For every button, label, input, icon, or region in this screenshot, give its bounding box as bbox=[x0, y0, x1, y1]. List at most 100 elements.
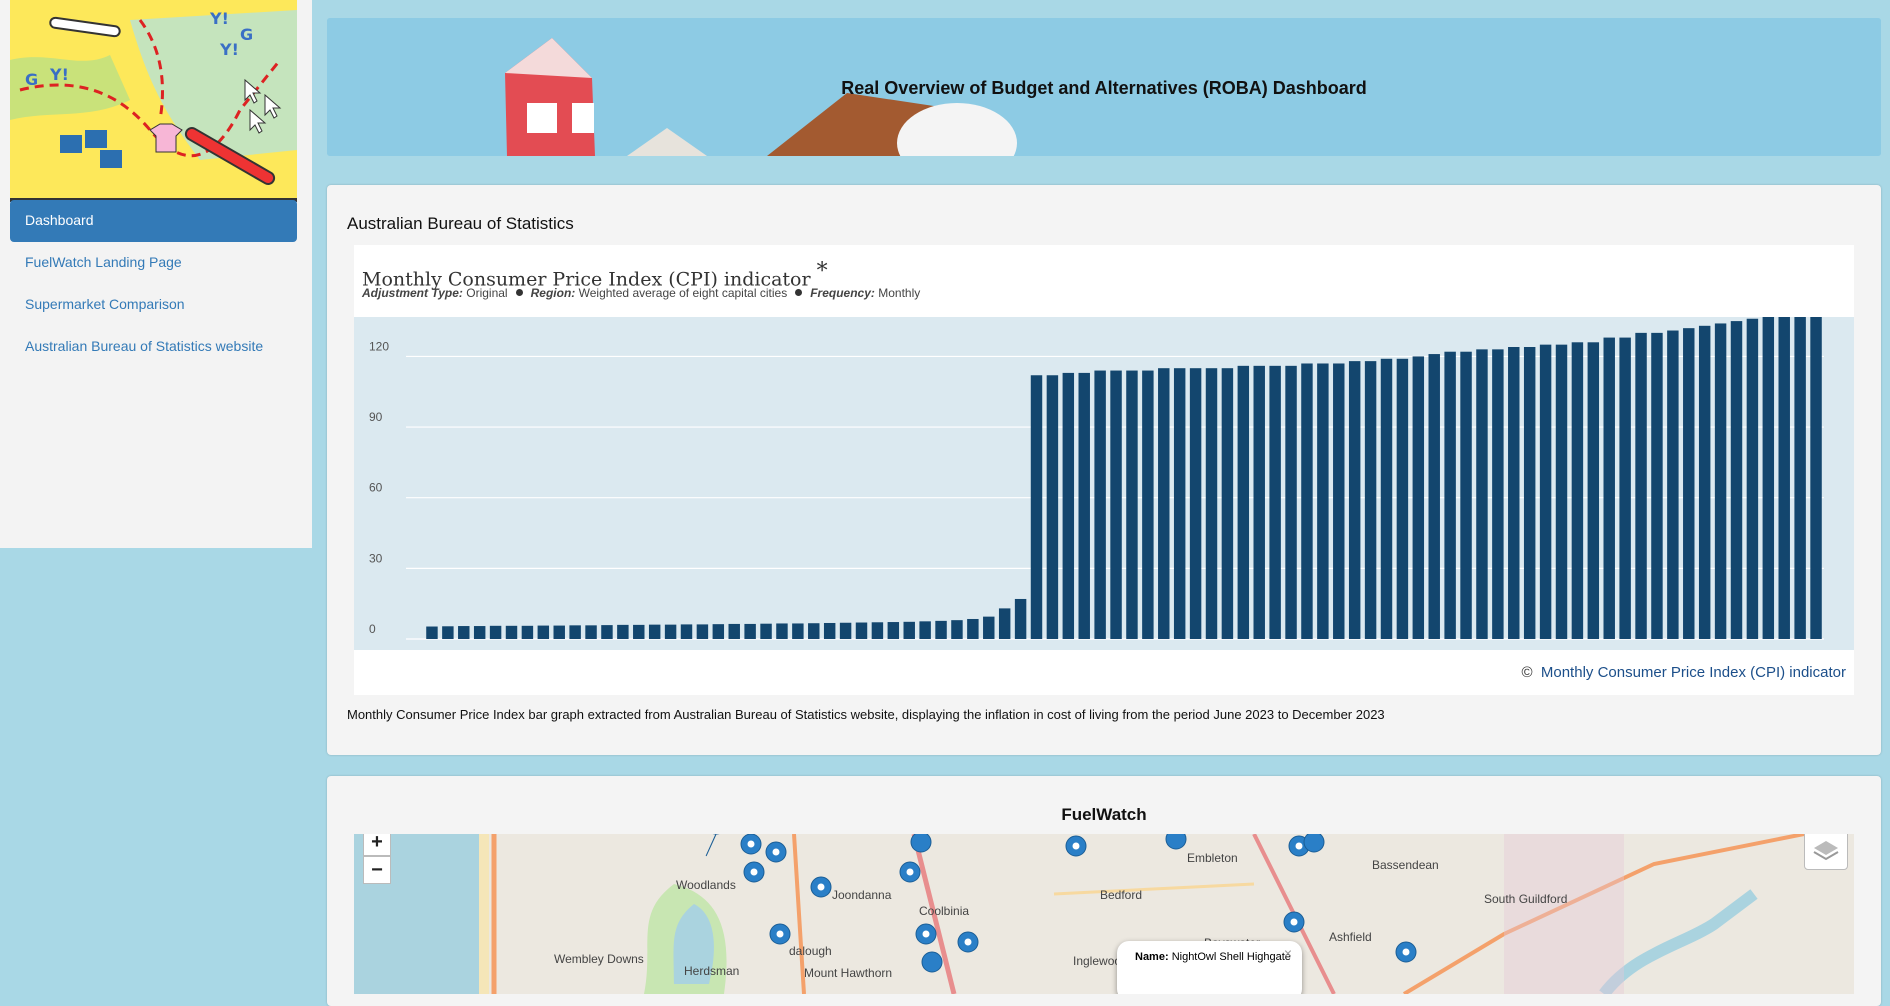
chart-bar[interactable] bbox=[1428, 354, 1440, 639]
chart-bar[interactable] bbox=[1221, 368, 1234, 639]
chart-bar[interactable] bbox=[1555, 344, 1568, 639]
nav-item-abs-website[interactable]: Australian Bureau of Statistics website bbox=[10, 326, 297, 368]
chart-bar[interactable] bbox=[903, 621, 915, 639]
chart-bar[interactable] bbox=[1269, 365, 1281, 639]
layers-control-button[interactable] bbox=[1804, 834, 1848, 870]
chart-bar[interactable] bbox=[1683, 328, 1695, 639]
chart-bar[interactable] bbox=[855, 622, 868, 639]
chart-bar[interactable] bbox=[1396, 358, 1409, 639]
chart-bar[interactable] bbox=[1523, 347, 1536, 639]
nav-item-fuelwatch[interactable]: FuelWatch Landing Page bbox=[10, 242, 297, 284]
chart-bar[interactable] bbox=[1030, 375, 1043, 639]
chart-bar[interactable] bbox=[1380, 358, 1393, 639]
chart-bar[interactable] bbox=[760, 623, 772, 639]
chart-bar[interactable] bbox=[1110, 370, 1122, 639]
chart-bar[interactable] bbox=[823, 622, 836, 639]
chart-bar[interactable] bbox=[951, 620, 963, 639]
chart-bar[interactable] bbox=[1794, 317, 1806, 639]
chart-bar[interactable] bbox=[1189, 368, 1202, 639]
chart-bar[interactable] bbox=[569, 625, 581, 639]
chart-bar[interactable] bbox=[633, 624, 645, 639]
chart-bar[interactable] bbox=[696, 624, 709, 639]
chart-bar[interactable] bbox=[489, 625, 502, 639]
chart-bar[interactable] bbox=[998, 608, 1011, 639]
chart-bar[interactable] bbox=[1078, 372, 1090, 639]
chart-bar[interactable] bbox=[1714, 323, 1727, 639]
chart-bar[interactable] bbox=[426, 626, 438, 639]
chart-bar[interactable] bbox=[1126, 370, 1138, 639]
chart-bar[interactable] bbox=[1046, 375, 1059, 639]
chart-bar[interactable] bbox=[601, 625, 613, 639]
chart-bar[interactable] bbox=[473, 626, 486, 639]
chart-bar[interactable] bbox=[1635, 332, 1647, 639]
chart-bar[interactable] bbox=[1444, 351, 1456, 639]
chart-bar[interactable] bbox=[521, 625, 534, 639]
chart-bar[interactable] bbox=[967, 618, 979, 639]
chart-bar[interactable] bbox=[1094, 370, 1106, 639]
chart-bar[interactable] bbox=[1603, 337, 1615, 639]
chart-bar[interactable] bbox=[1571, 342, 1584, 639]
chart-bar[interactable] bbox=[1158, 368, 1170, 639]
chart-bar[interactable] bbox=[1237, 365, 1250, 639]
chart-bar[interactable] bbox=[983, 616, 995, 639]
fuel-map[interactable]: Woodlands Joondanna Coolbinia Bedford Em… bbox=[354, 834, 1854, 994]
nav-item-dashboard[interactable]: Dashboard bbox=[10, 200, 297, 242]
chart-bar[interactable] bbox=[808, 623, 820, 639]
nav-item-supermarket-comparison[interactable]: Supermarket Comparison bbox=[10, 284, 297, 326]
chart-bar[interactable] bbox=[680, 624, 693, 639]
chart-bar[interactable] bbox=[1810, 317, 1822, 639]
chart-bar[interactable] bbox=[1698, 325, 1711, 639]
chart-bar[interactable] bbox=[458, 626, 470, 639]
chart-bar[interactable] bbox=[1762, 317, 1775, 639]
chart-bar[interactable] bbox=[871, 622, 884, 639]
chart-bar[interactable] bbox=[839, 622, 852, 639]
chart-bar[interactable] bbox=[1301, 363, 1313, 639]
zoom-in-button[interactable]: + bbox=[363, 834, 391, 856]
chart-bar[interactable] bbox=[1587, 342, 1600, 639]
chart-bar[interactable] bbox=[1460, 351, 1472, 639]
chart-bar[interactable] bbox=[728, 623, 740, 639]
chart-bar[interactable] bbox=[712, 624, 725, 639]
chart-bar[interactable] bbox=[537, 625, 550, 639]
chart-bar[interactable] bbox=[442, 626, 454, 639]
chart-bar[interactable] bbox=[1333, 363, 1345, 639]
chart-bar[interactable] bbox=[744, 623, 756, 639]
chart-bar[interactable] bbox=[1508, 347, 1520, 639]
chart-bar[interactable] bbox=[1619, 337, 1631, 639]
chart-bar[interactable] bbox=[1476, 349, 1488, 639]
chart-bar[interactable] bbox=[1492, 349, 1504, 639]
chart-title-asterisk[interactable]: * bbox=[817, 259, 828, 284]
map-place-label: Coolbinia bbox=[919, 904, 970, 918]
chart-bar[interactable] bbox=[1539, 344, 1552, 639]
chart-bar[interactable] bbox=[648, 624, 661, 639]
chart-bar[interactable] bbox=[792, 623, 804, 639]
chart-bar[interactable] bbox=[1348, 361, 1361, 639]
chart-bar[interactable] bbox=[1253, 365, 1265, 639]
chart-bar[interactable] bbox=[1412, 356, 1425, 639]
chart-bar[interactable] bbox=[1285, 365, 1297, 639]
popup-close-button[interactable]: × bbox=[1284, 945, 1292, 961]
chart-bar[interactable] bbox=[1014, 598, 1027, 639]
chart-bar[interactable] bbox=[553, 625, 565, 639]
chart-bar[interactable] bbox=[1317, 363, 1329, 639]
chart-bar[interactable] bbox=[1062, 372, 1075, 639]
chart-bar[interactable] bbox=[1651, 332, 1663, 639]
chart-bar[interactable] bbox=[1205, 368, 1218, 639]
chart-bar[interactable] bbox=[1364, 361, 1377, 639]
chart-bar[interactable] bbox=[1173, 368, 1186, 639]
chart-bar[interactable] bbox=[776, 623, 788, 639]
chart-bar[interactable] bbox=[617, 624, 629, 639]
chart-bar[interactable] bbox=[1746, 318, 1759, 639]
chart-bar[interactable] bbox=[505, 625, 518, 639]
zoom-out-button[interactable]: − bbox=[363, 856, 391, 884]
chart-source-link[interactable]: Monthly Consumer Price Index (CPI) indic… bbox=[1541, 664, 1846, 681]
chart-bar[interactable] bbox=[585, 625, 597, 639]
chart-bar[interactable] bbox=[1667, 330, 1679, 639]
chart-bar[interactable] bbox=[1730, 321, 1743, 639]
chart-bar[interactable] bbox=[887, 622, 900, 639]
chart-bar[interactable] bbox=[1778, 317, 1790, 639]
chart-bar[interactable] bbox=[919, 621, 931, 639]
chart-bar[interactable] bbox=[664, 624, 677, 639]
chart-bar[interactable] bbox=[935, 620, 947, 639]
chart-bar[interactable] bbox=[1142, 370, 1154, 639]
